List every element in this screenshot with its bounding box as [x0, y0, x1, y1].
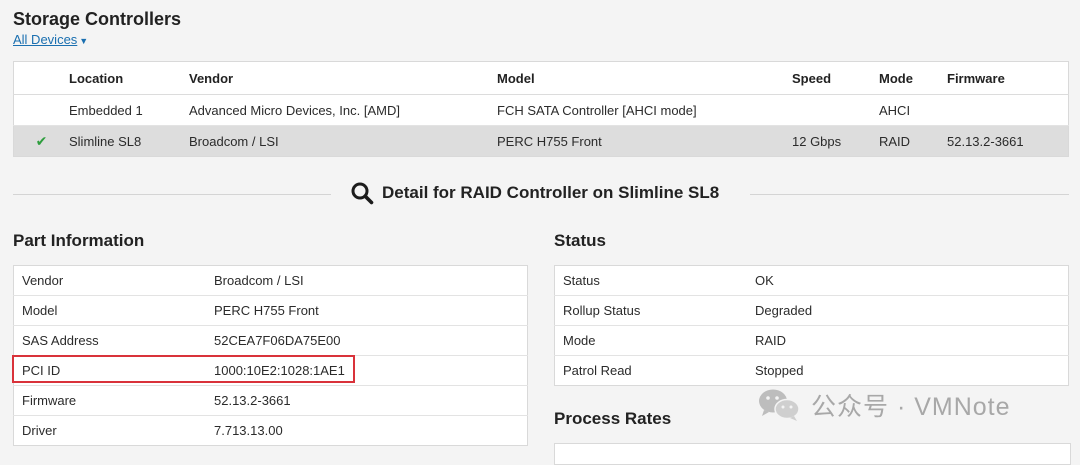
cell-vendor: Advanced Micro Devices, Inc. [AMD]	[189, 94, 497, 126]
chevron-down-icon: ▼	[79, 36, 89, 46]
cell-firmware: 52.13.2-3661	[947, 125, 1069, 157]
value-driver: 7.713.13.00	[214, 423, 283, 438]
wechat-icon	[759, 389, 800, 421]
filter-label: All Devices	[13, 32, 78, 47]
table-header-row: Location Vendor Model Speed Mode Firmwar…	[13, 61, 1069, 95]
all-devices-dropdown[interactable]: All Devices ▼	[13, 32, 88, 47]
status-title: Status	[554, 231, 606, 250]
value-vendor: Broadcom / LSI	[206, 265, 528, 296]
divider-right	[750, 194, 1069, 195]
value-firmware: 52.13.2-3661	[206, 385, 528, 416]
detail-heading: Detail for RAID Controller on Slimline S…	[350, 181, 719, 205]
key-sas-address: SAS Address	[13, 325, 206, 356]
value-status: OK	[747, 265, 1069, 296]
table-row: Mode RAID	[554, 325, 1069, 356]
row-select-cell: ✔	[13, 125, 69, 157]
cell-speed: 12 Gbps	[792, 125, 879, 157]
page-title: Storage Controllers	[13, 9, 182, 29]
table-row[interactable]: Embedded 1 Advanced Micro Devices, Inc. …	[13, 94, 1069, 126]
detail-heading-text: Detail for RAID Controller on Slimline S…	[382, 183, 720, 202]
search-icon	[351, 182, 374, 205]
key-firmware: Firmware	[13, 385, 206, 416]
value-model: PERC H755 Front	[206, 295, 528, 326]
value-rollup-status: Degraded	[747, 295, 1069, 326]
status-table: Status OK Rollup Status Degraded Mode RAID …	[554, 265, 1069, 386]
cell-model: FCH SATA Controller [AHCI mode]	[497, 94, 792, 126]
column-header-firmware[interactable]: Firmware	[947, 61, 1069, 95]
key-rollup-status: Rollup Status	[554, 295, 747, 326]
cell-mode: AHCI	[879, 94, 947, 126]
table-row: Firmware 52.13.2-3661	[13, 385, 528, 416]
table-row: Patrol Read Stopped	[555, 356, 1069, 386]
watermark-text: 公众号 · VMNote	[811, 393, 1011, 421]
value-mode: RAID	[747, 325, 1069, 356]
key-patrol-read: Patrol Read	[563, 363, 632, 378]
column-header-vendor[interactable]: Vendor	[189, 61, 497, 95]
process-rates-title: Process Rates	[554, 409, 672, 428]
table-row[interactable]: ✔ Slimline SL8 Broadcom / LSI PERC H755 …	[13, 125, 1069, 157]
key-status: Status	[554, 265, 747, 296]
value-sas-address: 52CEA7F06DA75E00	[206, 325, 528, 356]
column-header-speed[interactable]: Speed	[792, 61, 879, 95]
key-model: Model	[13, 295, 206, 326]
cell-vendor: Broadcom / LSI	[189, 125, 497, 157]
process-rates-table	[554, 443, 1071, 465]
divider-left	[13, 194, 331, 195]
cell-model: PERC H755 Front	[497, 125, 792, 157]
table-row: Rollup Status Degraded	[554, 295, 1069, 326]
key-mode: Mode	[554, 325, 747, 356]
controllers-table: Location Vendor Model Speed Mode Firmwar…	[13, 61, 1069, 157]
table-row: Model PERC H755 Front	[13, 295, 528, 326]
column-header-select	[13, 61, 69, 95]
pci-id-highlight	[12, 355, 355, 383]
key-driver: Driver	[22, 423, 57, 438]
table-row: Driver 7.713.13.00	[14, 416, 528, 446]
table-row: SAS Address 52CEA7F06DA75E00	[13, 325, 528, 356]
cell-mode: RAID	[879, 125, 947, 157]
watermark: 公众号 · VMNote	[757, 387, 1011, 423]
table-row: Vendor Broadcom / LSI	[13, 265, 528, 296]
checkmark-icon: ✔	[35, 132, 48, 149]
table-row: Status OK	[554, 265, 1069, 296]
cell-location: Slimline SL8	[69, 125, 189, 157]
column-header-mode[interactable]: Mode	[879, 61, 947, 95]
cell-firmware	[947, 94, 1069, 126]
cell-location: Embedded 1	[69, 94, 189, 126]
column-header-location[interactable]: Location	[69, 61, 189, 95]
key-vendor: Vendor	[13, 265, 206, 296]
column-header-model[interactable]: Model	[497, 61, 792, 95]
cell-speed	[792, 94, 879, 126]
value-patrol-read: Stopped	[755, 363, 804, 378]
part-information-title: Part Information	[13, 231, 145, 250]
row-select-cell	[13, 94, 69, 126]
